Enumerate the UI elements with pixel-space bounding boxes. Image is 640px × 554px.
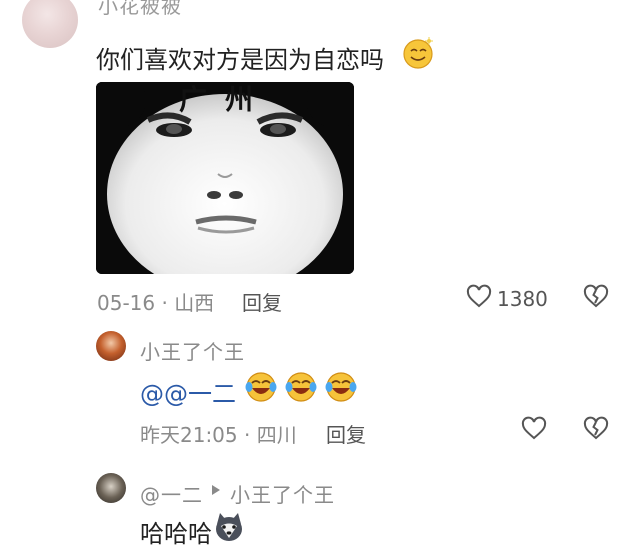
reply-to-arrow-icon [212, 485, 220, 495]
comment-date-location: 05-16 · 山西 [97, 291, 215, 315]
meme-image[interactable]: 广州 [96, 82, 354, 274]
heart-icon[interactable] [466, 284, 492, 310]
crying-laughing-emoji-icon [245, 372, 277, 402]
comment-text: 你们喜欢对方是因为自恋吗 [96, 46, 384, 74]
broken-heart-icon[interactable] [583, 284, 609, 310]
broken-heart-icon[interactable] [583, 416, 609, 442]
reply-button[interactable]: 回复 [326, 419, 366, 448]
avatar[interactable] [96, 331, 126, 361]
reply-button[interactable]: 回复 [242, 287, 282, 316]
heart-icon[interactable] [521, 416, 547, 442]
reply-to-username[interactable]: 小王了个王 [230, 479, 335, 508]
username[interactable]: @一二 [140, 479, 203, 508]
crying-laughing-emoji-icon [325, 372, 357, 402]
smile-emoji-icon [403, 37, 433, 69]
reply-text: 哈哈哈 [140, 520, 212, 548]
reply-date-location: 昨天21:05 · 四川 [140, 423, 297, 447]
meme-caption: 广州 [178, 83, 271, 116]
username[interactable]: 小花被被 [98, 0, 182, 19]
husky-emoji-icon [216, 513, 242, 541]
username[interactable]: 小王了个王 [140, 336, 245, 365]
crying-laughing-emoji-icon [285, 372, 317, 402]
avatar[interactable] [96, 473, 126, 503]
avatar[interactable] [22, 0, 78, 48]
mention-text[interactable]: @@一二 [140, 374, 236, 409]
like-count: 1380 [497, 287, 548, 311]
